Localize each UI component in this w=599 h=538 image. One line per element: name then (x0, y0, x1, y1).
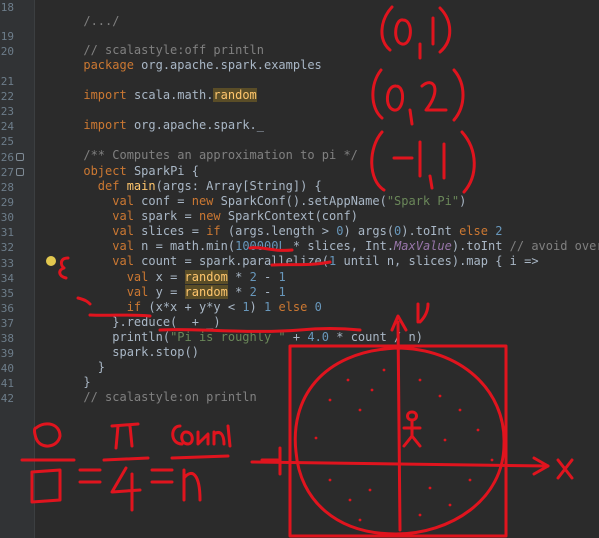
line-number: 39 (0, 347, 14, 360)
code-line: package org.apache.spark.examples (40, 44, 321, 72)
code-number: 4.0 (307, 330, 330, 344)
code-token: until n, slices).map { i => (336, 254, 539, 268)
line-number: 42 (0, 392, 14, 405)
code-keyword: import (83, 118, 127, 132)
code-line: val x = random * 2 - 1 (40, 256, 286, 284)
line-number: 31 (0, 226, 14, 239)
code-editor[interactable]: /.../ // scalastyle:off println package … (40, 0, 599, 538)
code-token: ) (249, 300, 264, 314)
line-number: 18 (0, 1, 14, 14)
code-line: val spark = new SparkContext(conf) (40, 195, 358, 223)
code-line: val n = math.min(100000L * slices, Int.M… (40, 225, 599, 253)
line-number: 37 (0, 317, 14, 330)
line-number: 33 (0, 257, 14, 270)
code-line: def main(args: Array[String]) { (40, 165, 322, 193)
fold-marker-icon[interactable] (16, 168, 24, 176)
code-line: } (40, 346, 105, 374)
line-number: 41 (0, 377, 14, 390)
line-number: 28 (0, 181, 14, 194)
code-token: + (285, 330, 308, 344)
line-number: 40 (0, 362, 14, 375)
code-line: // scalastyle:on println (40, 376, 256, 404)
code-line: val count = spark.parallelize(1 until n,… (40, 240, 538, 268)
code-number: 0 (307, 300, 322, 314)
code-token: * count / n) (329, 330, 423, 344)
code-line: val slices = if (args.length > 0) args(0… (40, 210, 502, 238)
code-line: } (40, 361, 90, 389)
code-keyword: package (83, 58, 134, 72)
line-number: 20 (0, 45, 14, 58)
line-number: 30 (0, 211, 14, 224)
line-number: 23 (0, 105, 14, 118)
code-string: "Spark Pi" (386, 194, 460, 208)
code-keyword: else (271, 300, 308, 314)
code-line: object SparkPi { (40, 150, 199, 178)
code-line: println("Pi is roughly " + 4.0 * count /… (40, 316, 423, 344)
code-line: import org.apache.spark._ (40, 104, 264, 132)
line-number: 25 (0, 135, 14, 148)
code-line: }.reduce(_ + _) (40, 301, 220, 329)
line-gutter: 18 19 20 21 22 23 24 25 26 27 28 29 30 3… (0, 0, 35, 538)
code-highlight: random (213, 88, 257, 102)
line-number: 35 (0, 287, 14, 300)
code-token: ) (459, 194, 467, 208)
line-number: 26 (0, 151, 14, 164)
line-number: 38 (0, 332, 14, 345)
line-number: 29 (0, 196, 14, 209)
line-number: 21 (0, 75, 14, 88)
code-line: if (x*x + y*y < 1) 1 else 0 (40, 286, 322, 314)
code-line: spark.stop() (40, 331, 199, 359)
code-token: org.apache.spark.examples (133, 58, 322, 72)
code-token: scala.math. (126, 88, 214, 102)
code-keyword: import (83, 88, 127, 102)
line-number: 27 (0, 166, 14, 179)
code-line: /** Computes an approximation to pi */ (40, 134, 358, 162)
line-number: 34 (0, 272, 14, 285)
line-number: 32 (0, 241, 14, 254)
code-line: import scala.math.random (40, 74, 257, 102)
editor-window: 18 19 20 21 22 23 24 25 26 27 28 29 30 3… (0, 0, 599, 538)
code-line: /.../ (40, 0, 119, 28)
line-number: 22 (0, 90, 14, 103)
code-line: val conf = new SparkConf().setAppName("S… (40, 180, 466, 208)
code-line: val y = random * 2 - 1 (40, 271, 286, 299)
line-number: 36 (0, 302, 14, 315)
code-token: org.apache.spark._ (126, 118, 264, 132)
code-number: 1 (242, 300, 250, 314)
fold-marker-icon[interactable] (16, 153, 24, 161)
code-line: // scalastyle:off println (40, 29, 264, 57)
code-comment: // scalastyle:on println (83, 390, 257, 404)
line-number: 19 (0, 30, 14, 43)
line-number: 24 (0, 120, 14, 133)
code-token: /.../ (83, 14, 120, 28)
